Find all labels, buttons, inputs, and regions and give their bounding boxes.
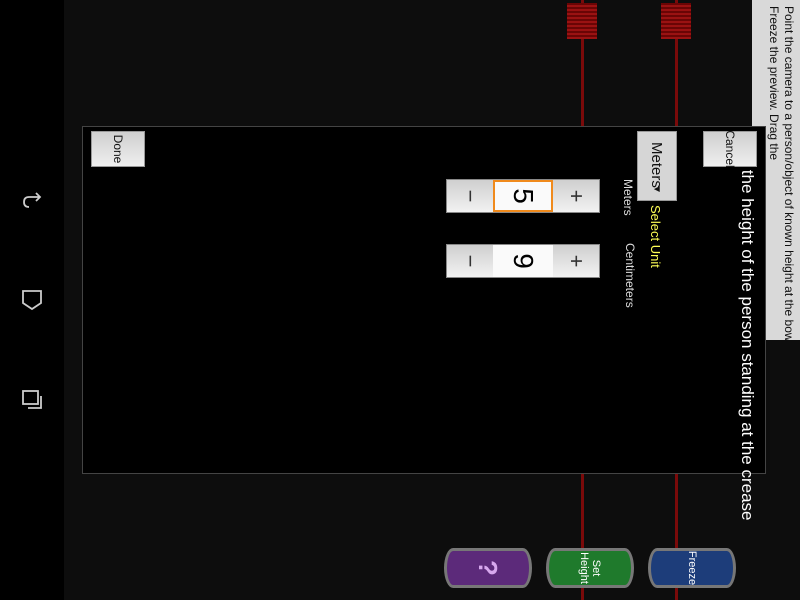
instruction-line-1: Point the camera to a person/object of k… [782,6,796,340]
centimeters-value[interactable]: 9 [493,245,553,277]
meters-plus-button[interactable]: + [553,180,599,212]
cancel-button-wrap: Cancel [701,127,757,168]
height-marker-handle[interactable] [661,3,691,39]
select-unit-label: Select Unit [648,205,663,268]
centimeters-plus-button[interactable]: + [553,245,599,277]
done-button[interactable]: Done [91,131,145,167]
meters-value[interactable]: 5 [493,180,553,212]
recents-icon[interactable] [18,386,46,414]
meters-picker: + 5 − [446,179,600,213]
dropdown-arrow-icon: ▼ [651,184,662,194]
help-button[interactable]: ? [444,548,532,588]
meters-minus-button[interactable]: − [447,180,493,212]
help-label: ? [473,560,503,576]
set-height-button[interactable]: Set Height [546,548,634,588]
dialog-title: Pick the height of the person standing a… [738,133,757,521]
unit-dropdown-value: Meters [648,142,665,188]
height-picker-dialog: Pick the height of the person standing a… [82,126,766,521]
instruction-line-2: Freeze the preview. Drag the [767,6,781,161]
centimeters-picker: + 9 − [446,244,600,278]
unit-dropdown[interactable]: Meters ▼ [637,131,677,201]
set-height-label: Set Height [578,552,602,584]
system-nav-bar [0,0,64,600]
screen: Point the camera to a person/object of k… [0,0,800,600]
freeze-button[interactable]: Freeze [648,548,736,588]
centimeters-label: Centimeters [623,243,637,308]
cancel-label: Cancel [723,130,737,168]
home-icon[interactable] [18,286,46,314]
done-button-wrap: Done [89,127,145,167]
centimeters-minus-button[interactable]: − [447,245,493,277]
meters-label: Meters [621,179,635,216]
freeze-label: Freeze [686,550,698,586]
done-label: Done [111,134,125,164]
crease-marker-handle[interactable] [567,3,597,39]
back-icon[interactable] [18,186,46,214]
cancel-button[interactable]: Cancel [703,130,757,168]
